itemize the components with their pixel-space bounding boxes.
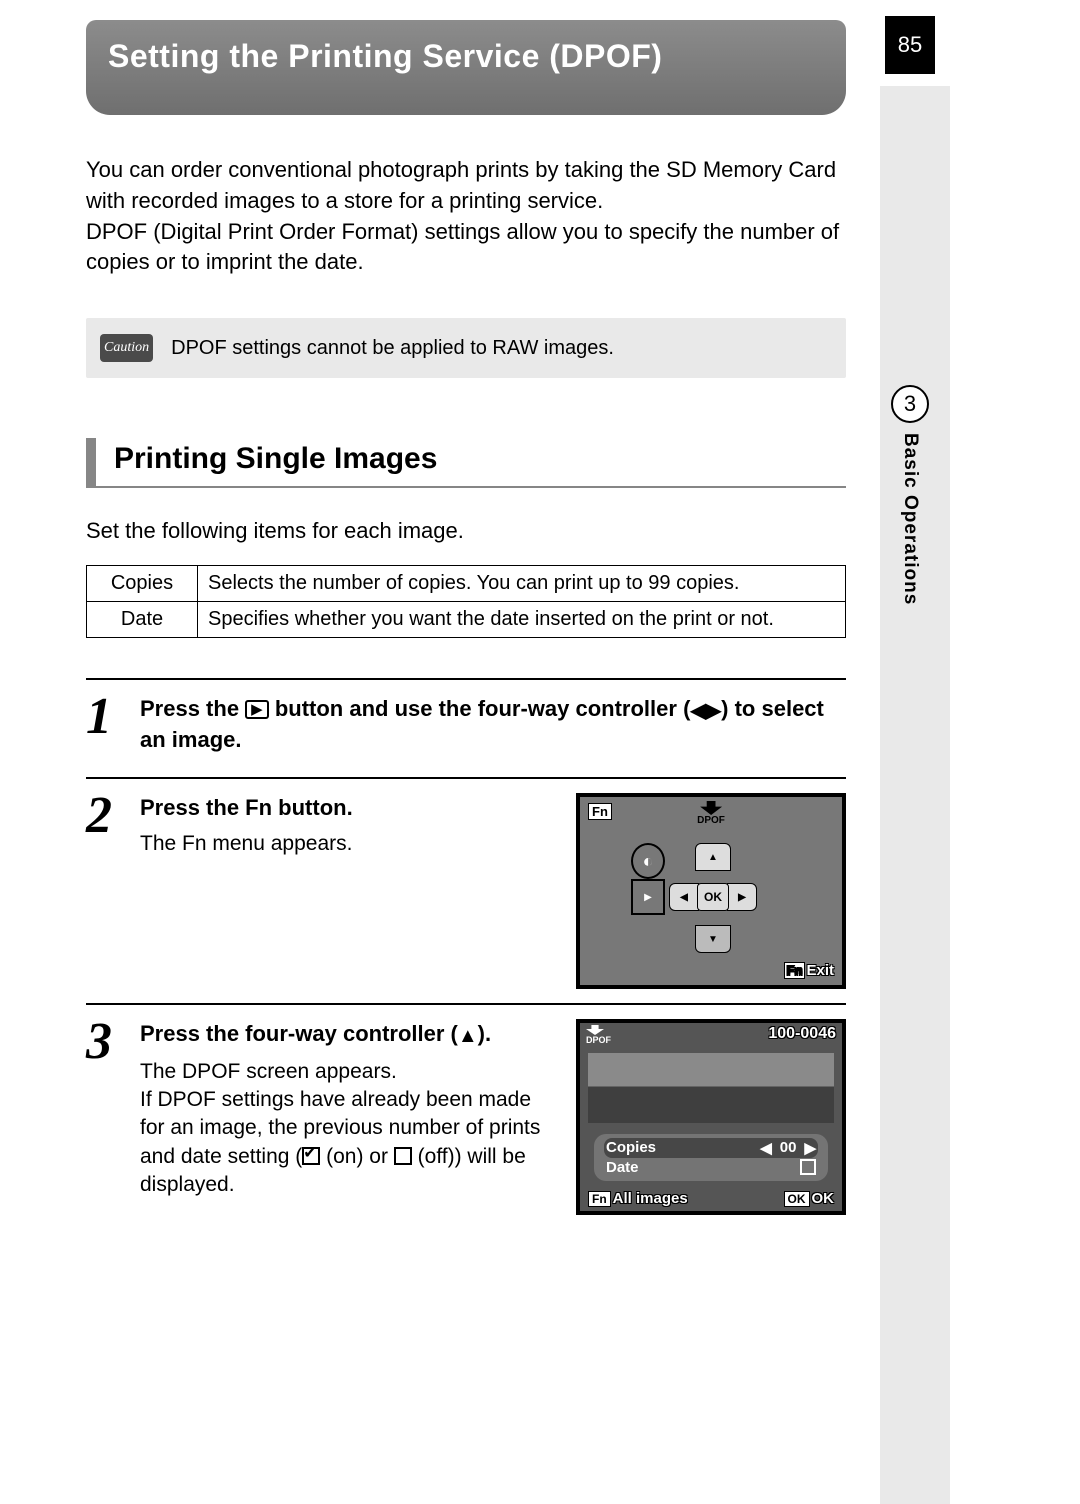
step-heading: Press the ▶ button and use the four-way … xyxy=(140,694,846,755)
step-2: 2 Press the Fn button. The Fn menu appea… xyxy=(86,777,846,989)
up-icon xyxy=(695,843,731,871)
playback-icon xyxy=(631,879,665,915)
chapter-tab: 3 Basic Operations xyxy=(885,385,935,855)
dpof-icon: DPOF xyxy=(697,801,725,826)
chapter-label: Basic Operations xyxy=(899,433,921,605)
down-icon xyxy=(695,925,731,953)
desc-cell: Selects the number of copies. You can pr… xyxy=(198,565,846,601)
page-number-tab: 85 xyxy=(885,16,935,74)
date-row: Date xyxy=(604,1158,818,1177)
fn-badge: Fn xyxy=(588,803,612,820)
term-cell: Copies xyxy=(87,565,198,601)
left-icon xyxy=(669,883,699,911)
ok-ok-label: OKOK xyxy=(784,1190,835,1207)
date-label: Date xyxy=(606,1159,639,1176)
intro-text: You can order conventional photograph pr… xyxy=(86,155,846,278)
chapter-number: 3 xyxy=(891,385,929,423)
fn-all-images-label: FnAll images xyxy=(588,1190,688,1207)
ok-icon: OK xyxy=(697,883,729,911)
right-arrow-icon: ▶ xyxy=(804,1139,816,1157)
step-1: 1 Press the ▶ button and use the four-wa… xyxy=(86,678,846,763)
dpof-icon: DPOF xyxy=(586,1025,611,1045)
ok-badge: OK xyxy=(784,1191,810,1207)
section-text: Set the following items for each image. xyxy=(86,516,846,547)
term-cell: Date xyxy=(87,601,198,637)
format-icon xyxy=(631,843,665,879)
copies-value: 00 xyxy=(780,1139,797,1156)
up-icon: ▲ xyxy=(458,1025,478,1047)
checkbox-off-icon xyxy=(394,1147,412,1165)
fn-badge: Fn xyxy=(784,962,806,979)
step-body-text: The Fn menu appears. xyxy=(140,830,552,858)
dpof-panel: Copies ◀ 00 ▶ Date xyxy=(594,1134,828,1181)
screen-figure-2: DPOF 100-0046 Copies ◀ 00 ▶ Date xyxy=(576,1019,846,1215)
fn-exit-label: FnExit xyxy=(784,962,834,979)
four-way-controller-icon: OK xyxy=(631,843,791,953)
caution-icon: Caution xyxy=(100,334,153,362)
section-heading: Printing Single Images xyxy=(86,438,846,488)
step-heading: Press the four-way controller (▲). xyxy=(140,1019,552,1050)
step-heading: Press the Fn button. xyxy=(140,793,552,823)
definition-table: Copies Selects the number of copies. You… xyxy=(86,565,846,638)
image-number: 100-0046 xyxy=(768,1025,836,1045)
page-title: Setting the Printing Service (DPOF) xyxy=(86,20,846,115)
fn-badge: Fn xyxy=(588,1191,611,1207)
step-number: 3 xyxy=(86,1019,118,1215)
checkbox-on-icon xyxy=(302,1147,320,1165)
checkbox-off-icon xyxy=(800,1159,816,1175)
step-body-text: The DPOF screen appears. If DPOF setting… xyxy=(140,1058,552,1200)
copies-row: Copies ◀ 00 ▶ xyxy=(604,1138,818,1158)
step-number: 1 xyxy=(86,694,118,763)
preview-image-icon xyxy=(588,1053,834,1123)
right-icon xyxy=(727,883,757,911)
table-row: Copies Selects the number of copies. You… xyxy=(87,565,846,601)
caution-text: DPOF settings cannot be applied to RAW i… xyxy=(171,337,614,360)
screen-figure-1: Fn DPOF OK FnExit xyxy=(576,793,846,989)
copies-label: Copies xyxy=(606,1139,656,1156)
table-row: Date Specifies whether you want the date… xyxy=(87,601,846,637)
left-right-icon: ◀▶ xyxy=(690,700,721,722)
playback-icon: ▶ xyxy=(245,700,269,719)
step-number: 2 xyxy=(86,793,118,989)
left-arrow-icon: ◀ xyxy=(760,1139,772,1157)
step-3: 3 Press the four-way controller (▲). The… xyxy=(86,1003,846,1215)
desc-cell: Specifies whether you want the date inse… xyxy=(198,601,846,637)
caution-box: Caution DPOF settings cannot be applied … xyxy=(86,318,846,378)
